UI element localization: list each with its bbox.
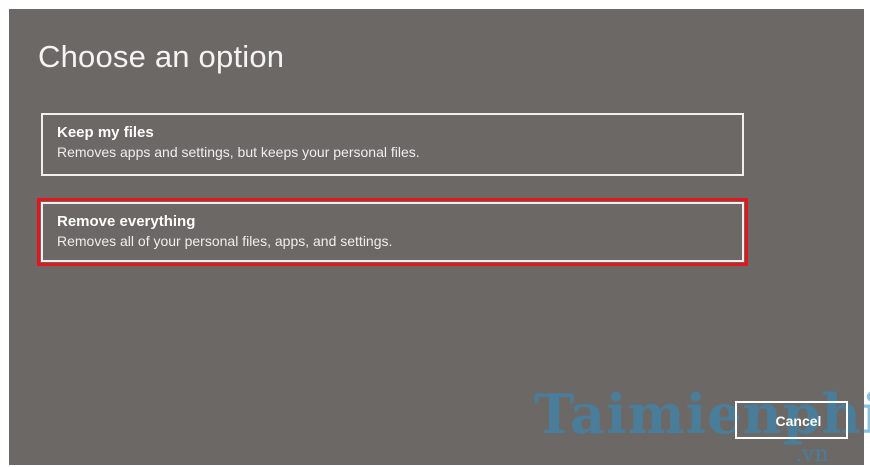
- watermark-suffix: .vn: [795, 442, 829, 467]
- option-title: Remove everything: [57, 213, 196, 230]
- page-title: Choose an option: [38, 39, 285, 74]
- option-remove-everything[interactable]: Remove everything Removes all of your pe…: [41, 202, 744, 262]
- option-title: Keep my files: [57, 124, 154, 141]
- option-keep-my-files[interactable]: Keep my files Removes apps and settings,…: [41, 113, 744, 176]
- option-description: Removes all of your personal files, apps…: [57, 233, 393, 249]
- option-description: Removes apps and settings, but keeps you…: [57, 144, 420, 160]
- cancel-button[interactable]: Cancel: [735, 401, 848, 439]
- reset-dialog: Choose an option Keep my files Removes a…: [9, 9, 870, 467]
